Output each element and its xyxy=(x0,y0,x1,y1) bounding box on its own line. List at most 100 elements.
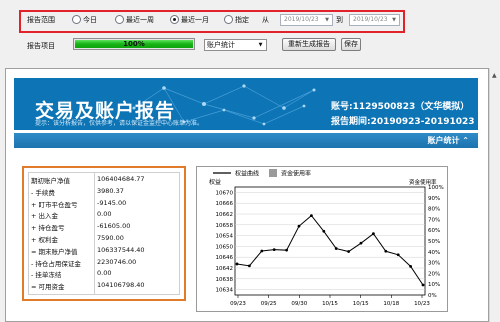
data-point xyxy=(248,264,251,268)
legend-label: 权益曲线 xyxy=(235,170,259,178)
stats-label: - 挂单冻结 xyxy=(31,271,62,280)
data-point xyxy=(421,283,425,287)
stats-row: + 持仓盈亏 -61605.00 xyxy=(28,221,180,232)
radio-custom-label[interactable]: 指定 xyxy=(235,15,249,25)
y-tick-label: 10638 xyxy=(216,277,234,283)
stats-value: 3980.37 xyxy=(97,186,124,195)
y-right-tick-label: 80% xyxy=(428,207,440,213)
stats-label: + 持仓盈亏 xyxy=(31,224,65,233)
date-to-value: 2019/10/23 xyxy=(353,16,388,23)
progress-bar: 100% xyxy=(73,38,195,50)
y-tick-label: 10634 xyxy=(216,288,234,294)
vertical-scrollbar[interactable]: ▲ xyxy=(489,68,500,322)
y-tick-label: 10662 xyxy=(216,212,234,218)
regenerate-report-button[interactable]: 重新生成报告 xyxy=(282,38,336,51)
radio-last-month-label[interactable]: 最近一月 xyxy=(181,15,209,25)
data-point xyxy=(235,262,239,266)
stats-row: + 出入金 0.00 xyxy=(28,209,180,220)
report-item-select[interactable]: 账户统计 ▼ xyxy=(204,39,267,51)
data-point xyxy=(409,264,412,268)
stats-value: 0.00 xyxy=(97,269,112,278)
y-tick-label: 10666 xyxy=(216,201,234,207)
y-right-tick-label: 60% xyxy=(428,228,440,234)
data-point xyxy=(285,248,288,252)
date-from-field[interactable]: 2019/10/23 ▼ xyxy=(280,14,333,26)
data-point xyxy=(322,229,326,233)
stats-row: = 可用资金 104106798.40 xyxy=(28,280,180,291)
x-tick-label: 09/25 xyxy=(261,301,277,307)
y-tick-label: 10658 xyxy=(216,223,234,229)
y-right-tick-label: 100% xyxy=(428,185,444,191)
stats-label: - 持仓占用保证金 xyxy=(31,259,81,268)
chevron-down-icon[interactable]: ▼ xyxy=(256,41,265,49)
y-right-tick-label: 50% xyxy=(428,239,440,245)
equity-chart-svg: 权益曲线 资金使用率权益 资金使用率106341063810642106461065… xyxy=(209,169,444,307)
radio-last-week[interactable] xyxy=(115,15,124,24)
stats-label: = 期末账户净值 xyxy=(31,247,78,256)
stats-value: 0.00 xyxy=(97,210,112,219)
stats-row: + 盯市平仓盈亏 -9145.00 xyxy=(28,198,180,209)
x-tick-label: 10/15 xyxy=(353,301,369,307)
to-label: 到 xyxy=(336,16,343,24)
y-tick-label: 10654 xyxy=(216,234,234,240)
stats-row: - 手续费 3980.37 xyxy=(28,186,180,197)
y-right-tick-label: 70% xyxy=(428,217,440,223)
data-point xyxy=(272,248,276,252)
chevron-down-icon[interactable]: ▼ xyxy=(390,16,398,24)
stats-label: + 权利金 xyxy=(31,236,59,244)
y-tick-label: 10650 xyxy=(216,244,234,250)
y-right-tick-label: 0% xyxy=(428,293,437,299)
y-tick-label: 10670 xyxy=(216,190,234,196)
report-banner: 交易及账户报告 提示：该分析报告，仅供参考，请以保证金监控中心账单为准。 账号:… xyxy=(14,78,478,130)
stats-row: - 挂单冻结 0.00 xyxy=(28,268,180,279)
radio-today[interactable] xyxy=(72,15,81,24)
stats-value: -9145.00 xyxy=(97,198,127,207)
stats-row: + 权利金 7590.00 xyxy=(28,233,180,244)
x-tick-label: 09/30 xyxy=(291,301,307,307)
y-right-tick-label: 20% xyxy=(428,271,440,277)
data-point xyxy=(347,250,350,253)
stats-value: 2230746.00 xyxy=(97,257,137,266)
chevron-down-icon[interactable]: ▼ xyxy=(323,16,331,24)
radio-last-month[interactable] xyxy=(170,15,179,24)
radio-last-week-label[interactable]: 最近一周 xyxy=(126,15,154,25)
equity-chart: 权益曲线 资金使用率 权益 资金使用率 10634 10638 10642 10646 1065… xyxy=(196,166,448,312)
data-point xyxy=(384,249,388,253)
data-point xyxy=(396,253,400,257)
project-label: 报告项目 xyxy=(27,42,55,50)
scroll-up-icon[interactable]: ▲ xyxy=(492,72,497,79)
data-point xyxy=(372,232,375,236)
data-point xyxy=(359,241,363,245)
stats-value: 106404684.77 xyxy=(97,175,145,183)
section-header-account-stats[interactable]: 账户统计 ⌃ xyxy=(14,133,478,148)
y-axis-title: 权益 xyxy=(209,178,221,186)
stats-value: 7590.00 xyxy=(97,234,124,242)
y-tick-label: 10646 xyxy=(216,255,234,261)
y-right-tick-label: 40% xyxy=(428,250,440,256)
legend-bar-swatch xyxy=(269,169,277,177)
progress-text: 100% xyxy=(123,40,145,48)
report-view: 交易及账户报告 提示：该分析报告，仅供参考，请以保证金监控中心账单为准。 账号:… xyxy=(5,68,489,322)
radio-custom[interactable] xyxy=(224,15,233,24)
account-number: 账号:1129500823（文华模拟） xyxy=(331,102,470,112)
date-from-value: 2019/10/23 xyxy=(284,16,319,23)
data-point xyxy=(297,224,301,228)
save-button[interactable]: 保存 xyxy=(341,38,361,51)
x-tick-label: 10/15 xyxy=(322,301,338,307)
section-title: 账户统计 ⌃ xyxy=(427,136,470,145)
account-stats-panel: 期初账户净值 106404684.77 - 手续费 3980.37 + 盯市平仓盈亏 -9… xyxy=(22,166,186,301)
stats-value: -61605.00 xyxy=(97,222,131,231)
y-right-tick-label: 10% xyxy=(428,282,440,288)
stats-label: = 可用资金 xyxy=(31,283,65,292)
stats-label: 期初账户净值 xyxy=(31,177,70,185)
stats-label: + 出入金 xyxy=(31,212,59,221)
report-item-value: 账户统计 xyxy=(207,41,235,49)
stats-row: - 持仓占用保证金 2230746.00 xyxy=(28,257,180,268)
y-tick-label: 10642 xyxy=(216,266,234,272)
radio-today-label[interactable]: 今日 xyxy=(83,15,97,25)
stats-row: = 期末账户净值 106337544.40 xyxy=(28,245,180,256)
x-tick-label: 09/23 xyxy=(230,301,246,307)
date-to-field[interactable]: 2019/10/23 ▼ xyxy=(349,14,400,26)
y-right-tick-label: 30% xyxy=(428,261,440,267)
stats-value: 106337544.40 xyxy=(97,245,145,254)
